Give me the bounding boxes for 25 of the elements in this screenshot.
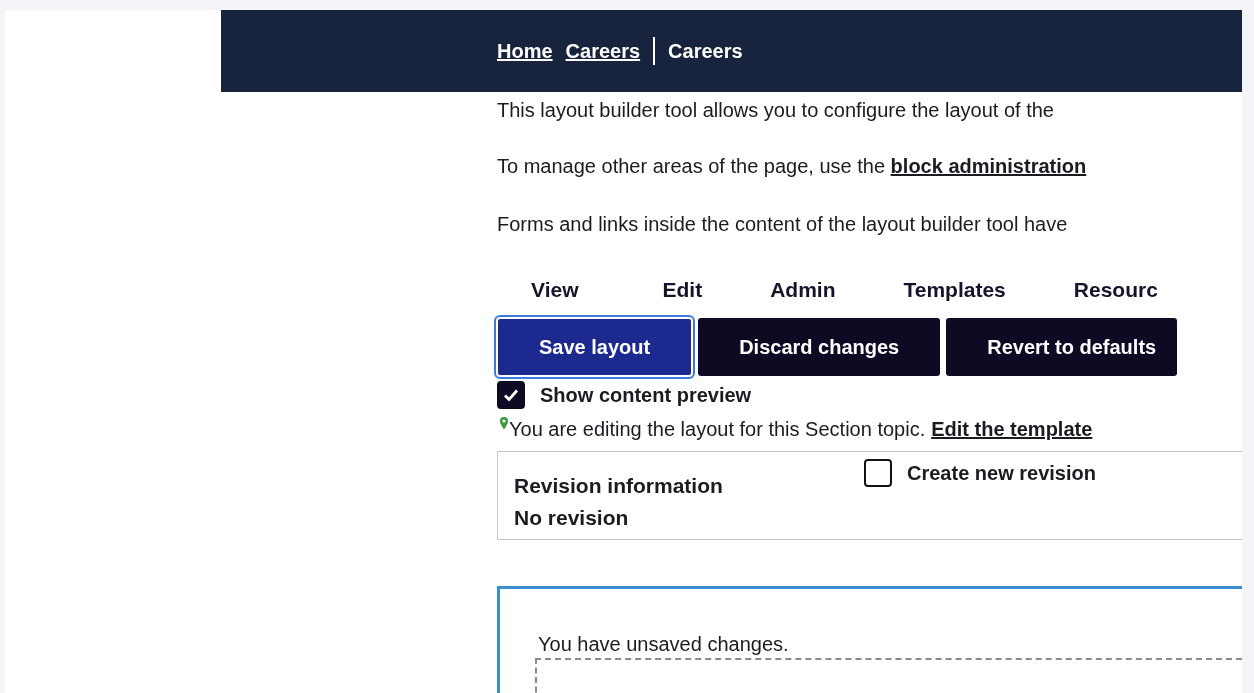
- checkbox-label[interactable]: Create new revision: [907, 461, 1096, 485]
- breadcrumb-link[interactable]: Careers: [565, 39, 641, 63]
- revision-summary: No revision: [514, 505, 630, 531]
- intro-text: Forms and links inside the content of the layout builder tool have: [497, 212, 1069, 237]
- checkbox-label[interactable]: Show content preview: [540, 383, 752, 407]
- tab[interactable]: Admin: [770, 278, 836, 302]
- breadcrumb-current: Careers: [668, 39, 743, 63]
- revision-title: Revision information: [514, 473, 724, 499]
- editing-note: You are editing the layout for this Section topic.: [509, 417, 926, 441]
- breadcrumb-separator: [653, 37, 656, 65]
- action-button[interactable]: Revert to defaults: [946, 318, 1178, 376]
- pin-icon: [499, 416, 509, 430]
- tab[interactable]: Templates: [903, 278, 1006, 302]
- tab[interactable]: View: [531, 278, 579, 302]
- tab[interactable]: Edit: [662, 278, 703, 302]
- action-button[interactable]: Save layout: [497, 318, 693, 376]
- status-message: You have unsaved changes.: [538, 633, 790, 656]
- tab[interactable]: Resourc: [1073, 278, 1158, 302]
- action-button[interactable]: Discard changes: [698, 318, 941, 376]
- breadcrumb-link[interactable]: Home: [497, 39, 553, 63]
- intro-text: This layout builder tool allows you to configure the layout of the: [497, 98, 1055, 123]
- intro-text: To manage other areas of the page, use the block administration: [497, 154, 1088, 179]
- checkbox[interactable]: [864, 459, 892, 487]
- template-link[interactable]: Edit the template: [931, 417, 1093, 441]
- checkbox[interactable]: [497, 381, 525, 409]
